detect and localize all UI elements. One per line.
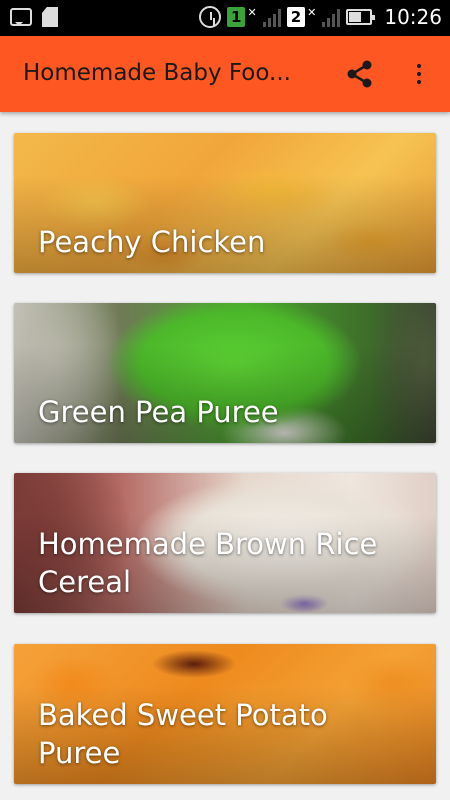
no-data-icon: ✕ — [247, 5, 257, 19]
status-bar: 1 ✕ 2 ✕ 10:26 — [0, 0, 450, 36]
recipe-card-brown-rice-cereal[interactable]: Homemade Brown Rice Cereal — [14, 473, 436, 613]
share-icon — [347, 60, 372, 88]
clock: 10:26 — [384, 5, 442, 29]
sd-card-icon — [42, 7, 58, 27]
signal-icon — [322, 7, 341, 27]
no-data-icon: ✕ — [307, 5, 317, 19]
signal-icon — [262, 7, 281, 27]
recipe-title: Green Pea Puree — [38, 395, 279, 429]
app-title: Homemade Baby Foo... — [23, 60, 291, 86]
sim2-indicator: 2 — [286, 7, 306, 27]
recipe-card-green-pea-puree[interactable]: Green Pea Puree — [14, 303, 436, 443]
recipe-card-sweet-potato-puree[interactable]: Baked Sweet Potato Puree — [14, 644, 436, 784]
overflow-menu-button[interactable] — [405, 56, 433, 92]
share-button[interactable] — [342, 56, 378, 92]
alarm-icon — [199, 6, 222, 28]
recipe-title: Homemade Brown Rice Cereal — [38, 527, 378, 599]
battery-icon — [346, 9, 376, 25]
app-bar: Homemade Baby Foo... — [0, 36, 450, 112]
recipe-title: Peachy Chicken — [38, 225, 266, 259]
sim1-indicator: 1 — [227, 7, 246, 27]
message-notification-icon — [10, 8, 32, 26]
recipe-title: Baked Sweet Potato Puree — [38, 698, 328, 770]
recipe-card-peachy-chicken[interactable]: Peachy Chicken — [14, 133, 436, 273]
